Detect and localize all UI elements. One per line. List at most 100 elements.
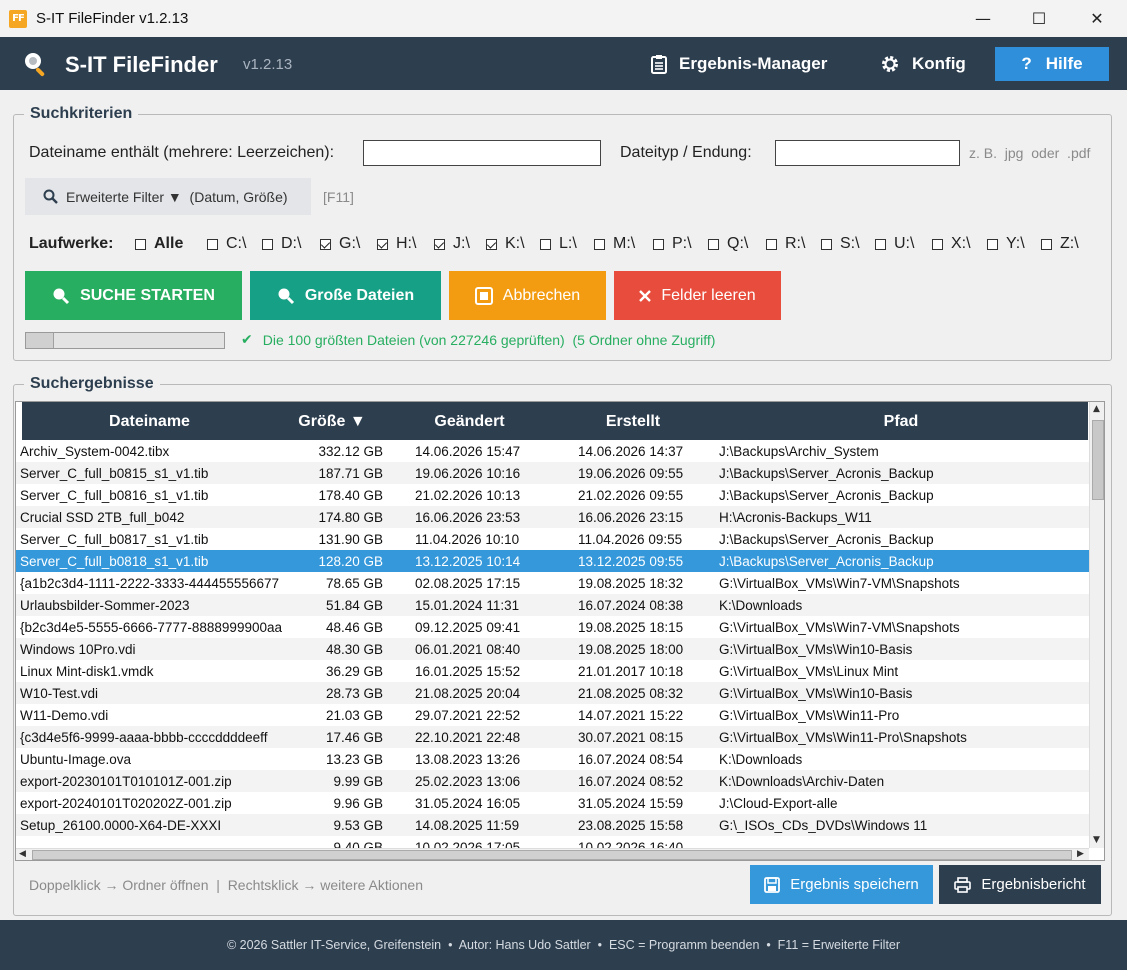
result-report-button[interactable]: Ergebnisbericht — [939, 865, 1101, 904]
close-button[interactable]: ✕ — [1069, 0, 1125, 37]
cell-path: J:\Backups\Archiv_System — [719, 444, 879, 459]
drive-checkbox-z[interactable]: Z:\ — [1041, 235, 1079, 253]
table-row[interactable]: Server_C_full_b0816_s1_v1.tib 178.40 GB 21… — [16, 484, 1089, 506]
checkbox-box[interactable] — [207, 238, 218, 250]
drive-checkbox-x[interactable]: X:\ — [932, 235, 971, 253]
drive-checkbox-l[interactable]: L:\ — [540, 235, 577, 253]
col-created[interactable]: Erstellt — [552, 413, 714, 431]
table-row[interactable]: Server_C_full_b0815_s1_v1.tib 187.71 GB 19… — [16, 462, 1089, 484]
filename-input[interactable] — [363, 140, 601, 166]
drive-checkbox-m[interactable]: M:\ — [594, 235, 635, 253]
clear-fields-button[interactable]: Felder leeren — [614, 271, 781, 320]
minimize-button[interactable]: — — [955, 0, 1011, 37]
drive-checkbox-c[interactable]: C:\ — [207, 235, 246, 253]
drive-label: C:\ — [226, 235, 247, 252]
filetype-input[interactable] — [775, 140, 960, 166]
table-row[interactable]: export-20230101T010101Z-001.zip 9.99 GB 25… — [16, 770, 1089, 792]
cell-created: 30.07.2021 08:15 — [578, 730, 684, 745]
drive-checkbox-u[interactable]: U:\ — [875, 235, 914, 253]
table-row[interactable]: Server_C_full_b0818_s1_v1.tib 128.20 GB 13… — [16, 550, 1089, 572]
checkbox-box[interactable] — [320, 238, 331, 250]
cell-modified: 14.06.2026 15:47 — [415, 444, 521, 459]
table-row[interactable]: Setup_26100.0000-X64-DE-XXXI 9.53 GB 14.08… — [16, 814, 1089, 836]
drive-checkbox-d[interactable]: D:\ — [262, 235, 301, 253]
cancel-button[interactable]: Abbrechen — [449, 271, 606, 320]
scroll-right-icon[interactable]: ▶ — [1077, 849, 1084, 859]
table-row[interactable]: {b2c3d4e5-5555-6666-7777-8888999900aa 48.… — [16, 616, 1089, 638]
start-search-button[interactable]: SUCHE STARTEN — [25, 271, 242, 320]
search-criteria-title: Suchkriterien — [24, 105, 139, 123]
table-row[interactable]: Windows 10Pro.vdi 48.30 GB 06.01.2021 08:4… — [16, 638, 1089, 660]
vertical-scroll-thumb[interactable] — [1092, 420, 1104, 500]
checkbox-box[interactable] — [135, 238, 146, 250]
checkbox-box[interactable] — [486, 238, 497, 250]
col-filename[interactable]: Dateiname — [22, 413, 277, 431]
checkbox-box[interactable] — [594, 238, 605, 250]
scroll-up-icon[interactable]: ▲ — [1093, 404, 1100, 414]
checkbox-box[interactable] — [932, 238, 943, 250]
col-path[interactable]: Pfad — [714, 413, 1088, 431]
drive-checkbox-p[interactable]: P:\ — [653, 235, 692, 253]
table-row[interactable]: export-20240101T020202Z-001.zip 9.96 GB 31… — [16, 792, 1089, 814]
cell-modified: 16.01.2025 15:52 — [415, 664, 521, 679]
large-files-button[interactable]: Große Dateien — [250, 271, 441, 320]
checkbox-box[interactable] — [766, 238, 777, 250]
vertical-scrollbar[interactable]: ▲ ▼ — [1089, 402, 1104, 848]
drive-checkbox-j[interactable]: J:\ — [434, 235, 470, 253]
drive-checkbox-r[interactable]: R:\ — [766, 235, 805, 253]
search-status: ✔ Die 100 größten Dateien (von 227246 ge… — [241, 332, 715, 348]
cell-path: G:\_ISOs_CDs_DVDs\Windows 11 — [719, 818, 928, 833]
drive-checkbox-h[interactable]: H:\ — [377, 235, 416, 253]
help-button[interactable]: ? Hilfe — [995, 47, 1109, 81]
checkbox-box[interactable] — [708, 238, 719, 250]
checkbox-box[interactable] — [1041, 238, 1052, 250]
filename-label: Dateiname enthält (mehrere: Leerzeichen)… — [29, 144, 335, 161]
scroll-down-icon[interactable]: ▼ — [1093, 835, 1100, 845]
table-row[interactable]: Server_C_full_b0817_s1_v1.tib 131.90 GB 11… — [16, 528, 1089, 550]
table-row[interactable]: W10-Test.vdi 28.73 GB 21.08.2025 20:04 21.0… — [16, 682, 1089, 704]
config-button[interactable]: Konfig — [880, 47, 966, 81]
col-size[interactable]: Größe ▼ — [277, 413, 387, 431]
table-row[interactable]: W11-Demo.vdi 21.03 GB 29.07.2021 22:52 14.0… — [16, 704, 1089, 726]
drive-checkbox-y[interactable]: Y:\ — [987, 235, 1025, 253]
cell-modified: 06.01.2021 08:40 — [415, 642, 521, 657]
floppy-disk-icon — [764, 876, 781, 893]
checkbox-box[interactable] — [987, 238, 998, 250]
cell-size: 9.53 GB — [333, 818, 383, 833]
config-label: Konfig — [912, 54, 966, 73]
table-row[interactable]: Archiv_System-0042.tibx 332.12 GB 14.06.20… — [16, 440, 1089, 462]
result-report-label: Ergebnisbericht — [981, 876, 1086, 893]
table-row[interactable]: Ubuntu-Image.ova 13.23 GB 13.08.2023 13:26… — [16, 748, 1089, 770]
table-row[interactable]: {c3d4e5f6-9999-aaaa-bbbb-ccccddddeeff 17.… — [16, 726, 1089, 748]
checkbox-box[interactable] — [821, 238, 832, 250]
save-result-button[interactable]: Ergebnis speichern — [750, 865, 933, 904]
checkbox-box[interactable] — [262, 238, 273, 250]
scroll-left-icon[interactable]: ◀ — [19, 849, 26, 859]
checkbox-box[interactable] — [434, 238, 445, 250]
cell-path: K:\Downloads\Archiv-Daten — [719, 774, 885, 789]
checkbox-box[interactable] — [875, 238, 886, 250]
drive-checkbox-all[interactable]: Alle — [135, 235, 183, 253]
drive-checkbox-s[interactable]: S:\ — [821, 235, 860, 253]
results-table[interactable]: Dateiname Größe ▼ Geändert Erstellt Pfad… — [15, 401, 1105, 861]
maximize-button[interactable]: ☐ — [1011, 0, 1067, 37]
table-row[interactable]: Crucial SSD 2TB_full_b042 174.80 GB 16.06.… — [16, 506, 1089, 528]
checkbox-box[interactable] — [540, 238, 551, 250]
drive-checkbox-k[interactable]: K:\ — [486, 235, 525, 253]
help-label: Hilfe — [1045, 54, 1083, 73]
table-row[interactable]: Linux Mint-disk1.vmdk 36.29 GB 16.01.2025 … — [16, 660, 1089, 682]
col-modified[interactable]: Geändert — [387, 413, 552, 431]
drive-checkbox-g[interactable]: G:\ — [320, 235, 360, 253]
table-row[interactable]: {a1b2c3d4-1111-2222-3333-444455556677 78.… — [16, 572, 1089, 594]
horizontal-scroll-thumb[interactable] — [32, 850, 1072, 860]
table-row[interactable]: Urlaubsbilder-Sommer-2023 51.84 GB 15.01.2… — [16, 594, 1089, 616]
horizontal-scrollbar[interactable]: ◀ ▶ — [16, 848, 1089, 860]
large-files-label: Große Dateien — [304, 286, 415, 304]
table-row[interactable]: 9.40 GB 10.02.2026 17:05 10.02.2026 16:40 — [16, 836, 1089, 848]
checkbox-box[interactable] — [653, 238, 664, 250]
drive-checkbox-q[interactable]: Q:\ — [708, 235, 748, 253]
drive-label: L:\ — [559, 235, 577, 252]
checkbox-box[interactable] — [377, 238, 388, 250]
advanced-filter-button[interactable]: Erweiterte Filter ▼ (Datum, Größe) — [25, 178, 311, 215]
result-manager-button[interactable]: Ergebnis-Manager — [651, 47, 827, 81]
